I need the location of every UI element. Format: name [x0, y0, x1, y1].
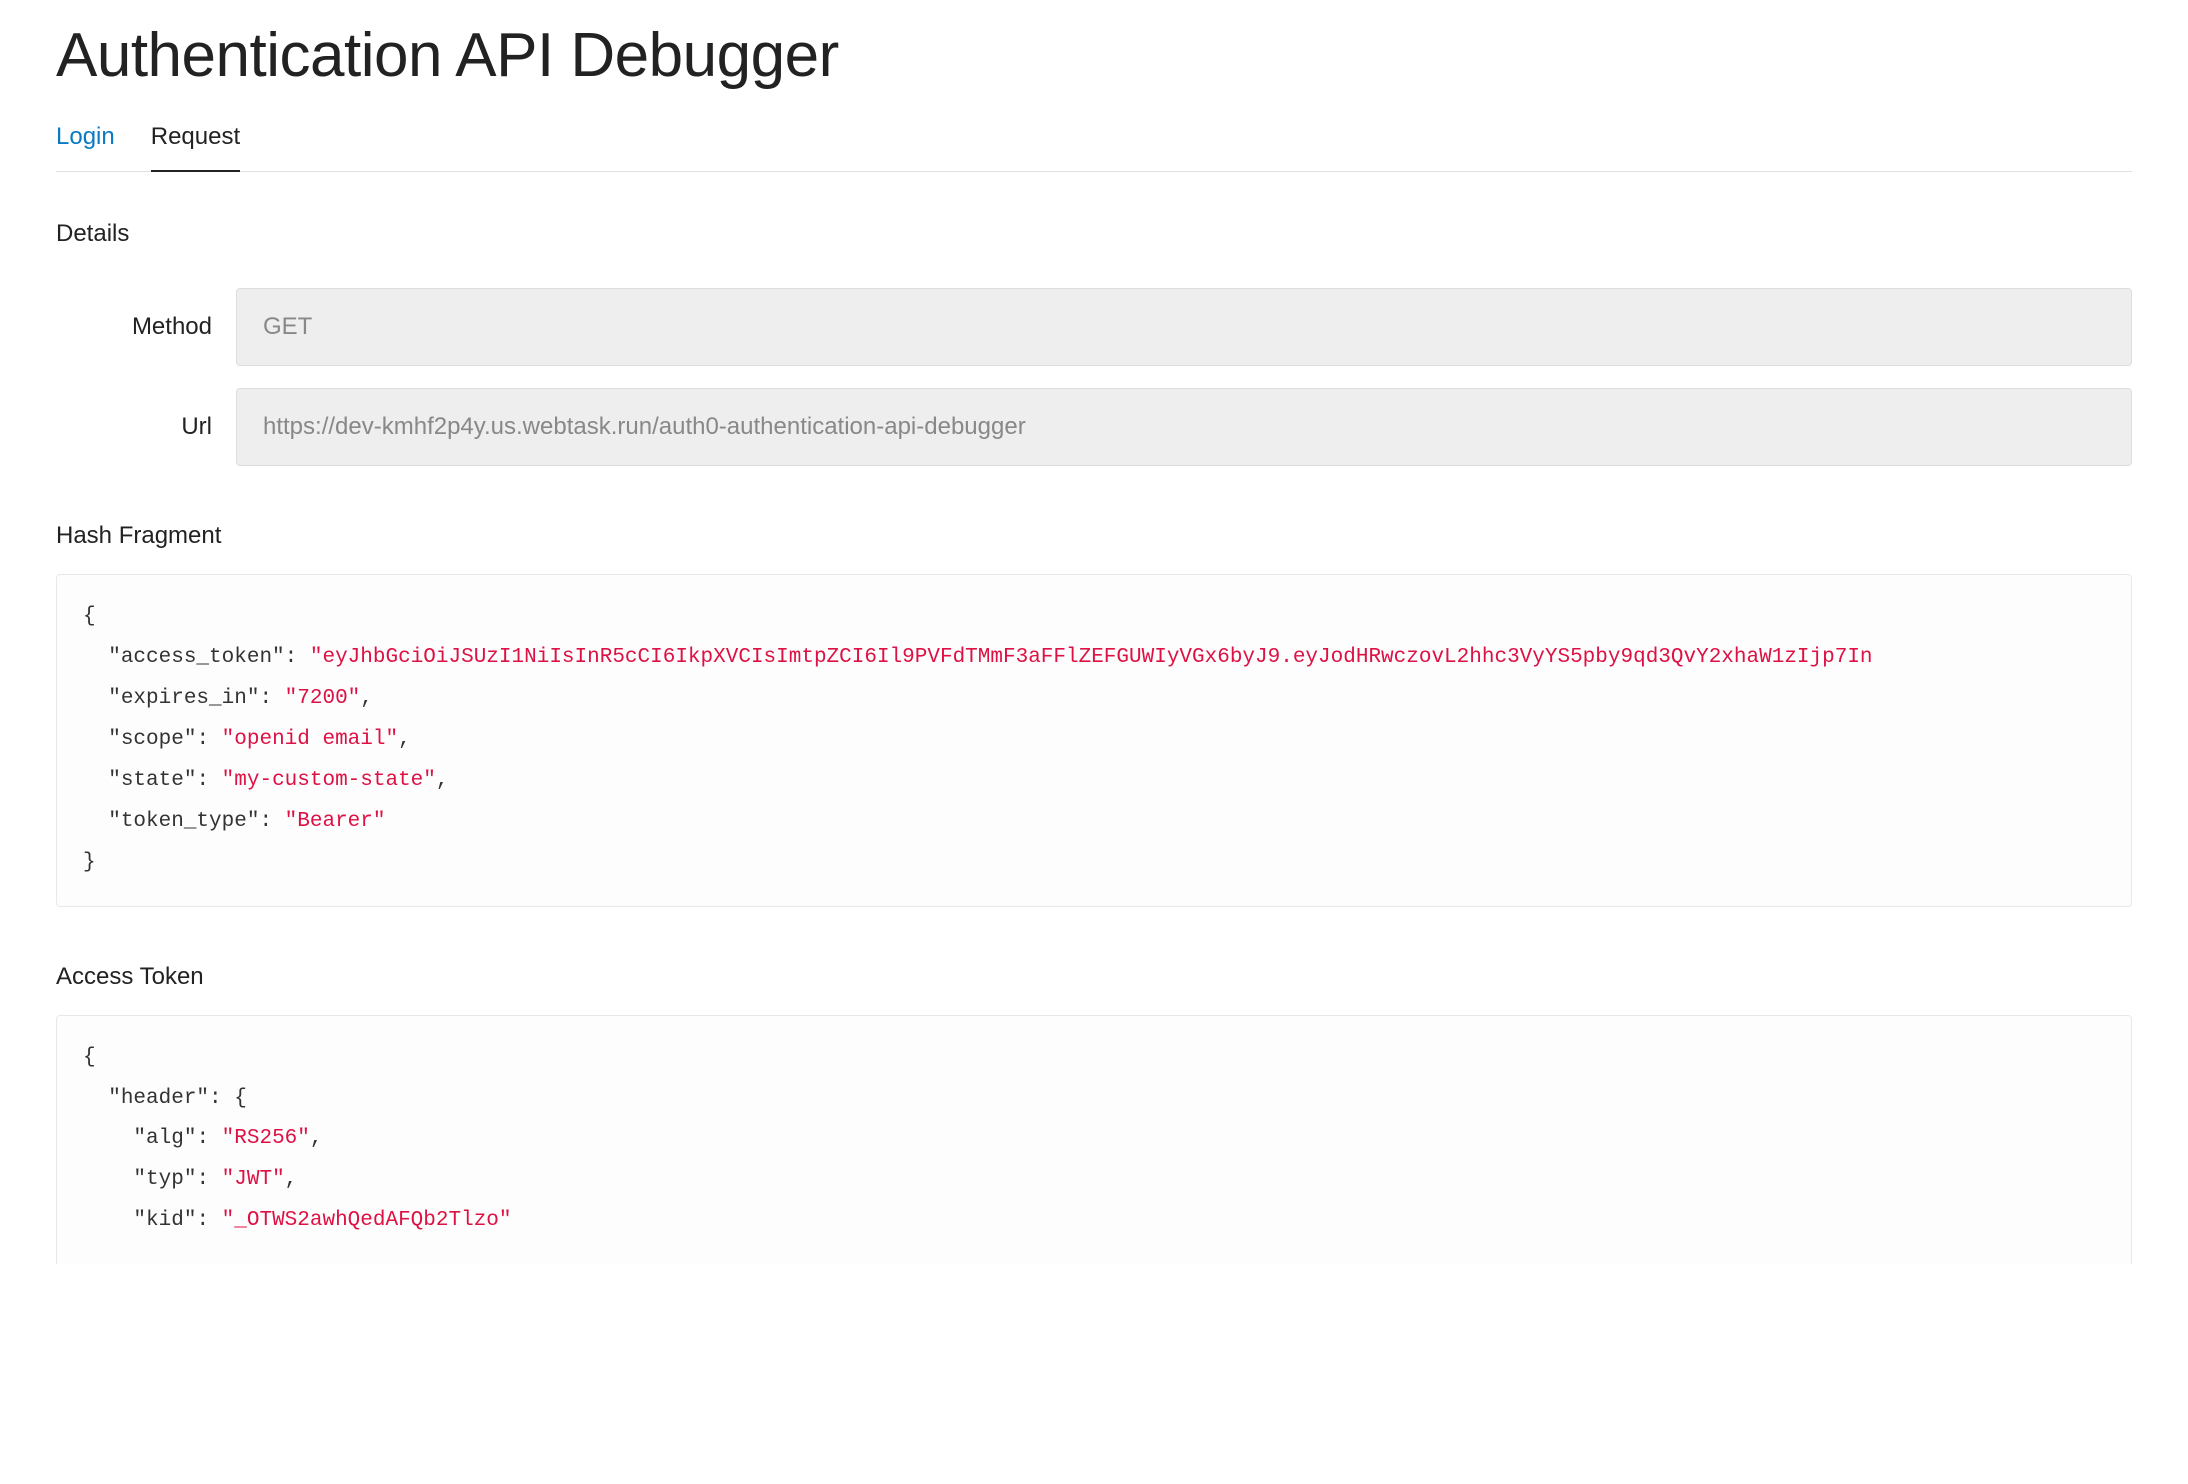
details-section: Details Method Url — [56, 220, 2132, 466]
json-key-expires-in: "expires_in" — [108, 687, 259, 710]
access-token-heading: Access Token — [56, 963, 2132, 991]
hash-fragment-code: { "access_token": "eyJhbGciOiJSUzI1NiIsI… — [56, 574, 2132, 907]
url-label: Url — [56, 413, 236, 441]
url-row: Url — [56, 388, 2132, 466]
json-key-scope: "scope" — [108, 728, 196, 751]
hash-fragment-heading: Hash Fragment — [56, 522, 2132, 550]
page-title: Authentication API Debugger — [56, 20, 2132, 91]
url-input[interactable] — [236, 388, 2132, 466]
access-token-code: { "header": { "alg": "RS256", "typ": "JW… — [56, 1015, 2132, 1265]
tab-request[interactable]: Request — [151, 123, 240, 171]
json-value-scope: "openid email" — [222, 728, 398, 751]
json-value-token-type: "Bearer" — [285, 810, 386, 833]
json-value-alg: "RS256" — [222, 1127, 310, 1150]
json-key-token-type: "token_type" — [108, 810, 259, 833]
json-key-header: "header" — [108, 1087, 209, 1110]
method-label: Method — [56, 313, 236, 341]
tab-login[interactable]: Login — [56, 123, 115, 171]
json-key-access-token: "access_token" — [108, 646, 284, 669]
details-heading: Details — [56, 220, 2132, 248]
tab-bar: Login Request — [56, 123, 2132, 172]
json-value-typ: "JWT" — [222, 1168, 285, 1191]
json-value-access-token: "eyJhbGciOiJSUzI1NiIsInR5cCI6IkpXVCIsImt… — [310, 646, 1873, 669]
json-key-alg: "alg" — [133, 1127, 196, 1150]
json-value-expires-in: "7200" — [285, 687, 361, 710]
json-key-kid: "kid" — [133, 1209, 196, 1232]
json-value-kid: "_OTWS2awhQedAFQb2Tlzo" — [222, 1209, 512, 1232]
method-input[interactable] — [236, 288, 2132, 366]
method-row: Method — [56, 288, 2132, 366]
json-value-state: "my-custom-state" — [222, 769, 436, 792]
json-key-typ: "typ" — [133, 1168, 196, 1191]
json-key-state: "state" — [108, 769, 196, 792]
